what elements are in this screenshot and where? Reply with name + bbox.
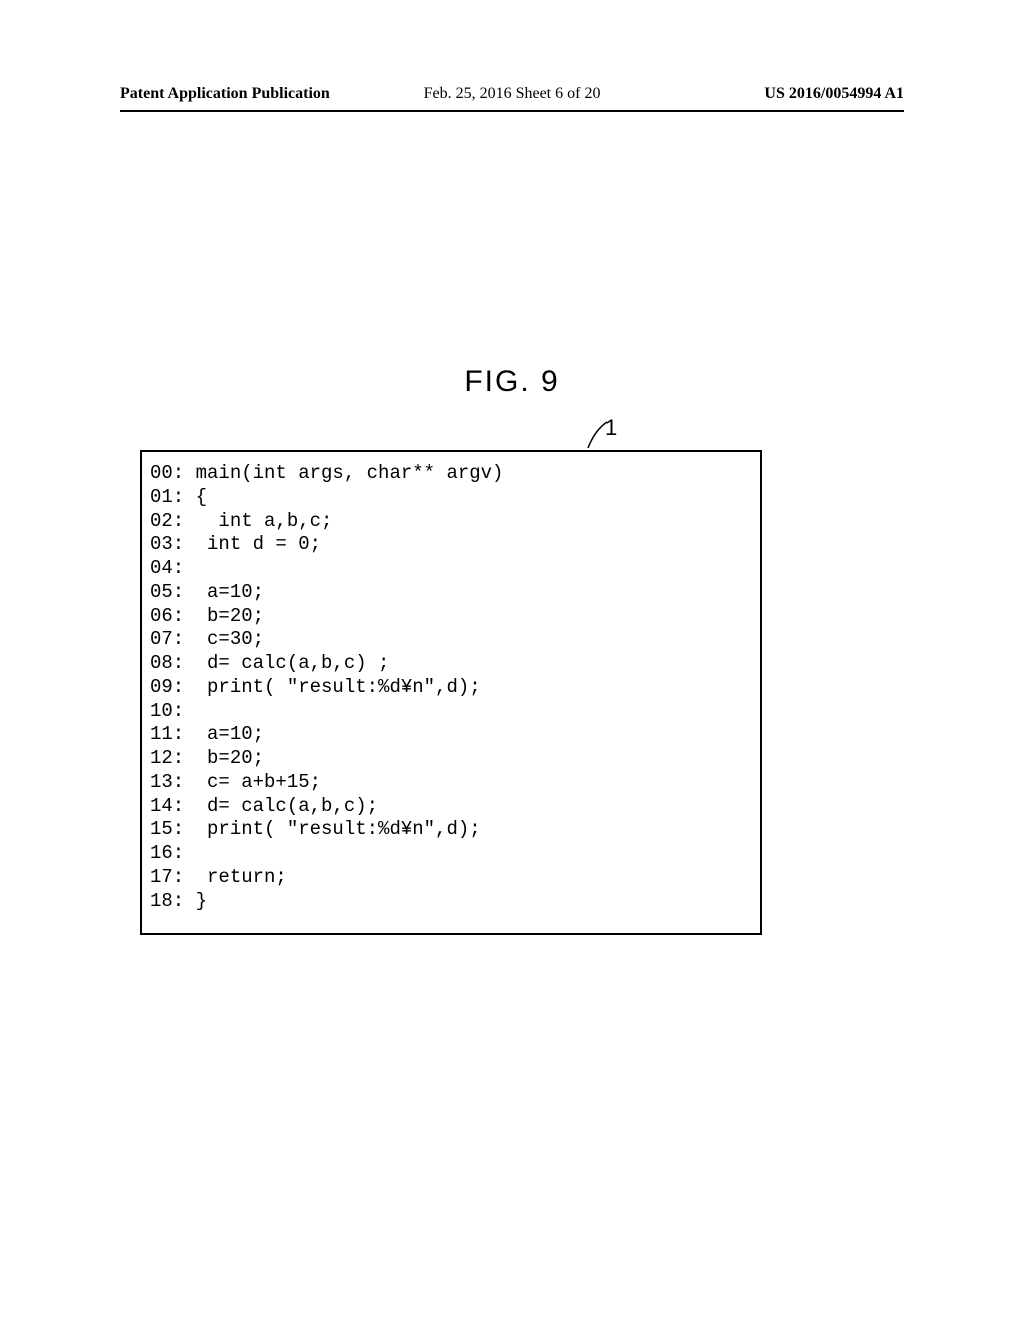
code-line: 00: main(int args, char** argv) xyxy=(150,462,752,486)
code-listing: 00: main(int args, char** argv) 01: { 02… xyxy=(140,450,762,935)
figure-label: FIG. 9 xyxy=(464,365,559,399)
code-line: 09: print( "result:%d¥n",d); xyxy=(150,676,752,700)
code-line: 17: return; xyxy=(150,866,752,890)
header-publication: Patent Application Publication xyxy=(120,85,330,103)
header-rule xyxy=(120,110,904,112)
code-line: 14: d= calc(a,b,c); xyxy=(150,795,752,819)
code-line: 07: c=30; xyxy=(150,628,752,652)
code-line: 15: print( "result:%d¥n",d); xyxy=(150,818,752,842)
code-line: 13: c= a+b+15; xyxy=(150,771,752,795)
code-line: 03: int d = 0; xyxy=(150,533,752,557)
code-line: 04: xyxy=(150,557,752,581)
code-line: 02: int a,b,c; xyxy=(150,510,752,534)
page-header: Patent Application Publication Feb. 25, … xyxy=(120,85,904,103)
code-line: 10: xyxy=(150,700,752,724)
header-patent-number: US 2016/0054994 A1 xyxy=(764,85,904,103)
header-sheet-info: Feb. 25, 2016 Sheet 6 of 20 xyxy=(424,85,601,103)
code-line: 16: xyxy=(150,842,752,866)
code-line: 08: d= calc(a,b,c) ; xyxy=(150,652,752,676)
code-line: 01: { xyxy=(150,486,752,510)
code-line: 06: b=20; xyxy=(150,605,752,629)
code-line: 18: } xyxy=(150,890,752,914)
code-line: 05: a=10; xyxy=(150,581,752,605)
callout-leader xyxy=(585,420,615,450)
code-line: 12: b=20; xyxy=(150,747,752,771)
code-line: 11: a=10; xyxy=(150,723,752,747)
